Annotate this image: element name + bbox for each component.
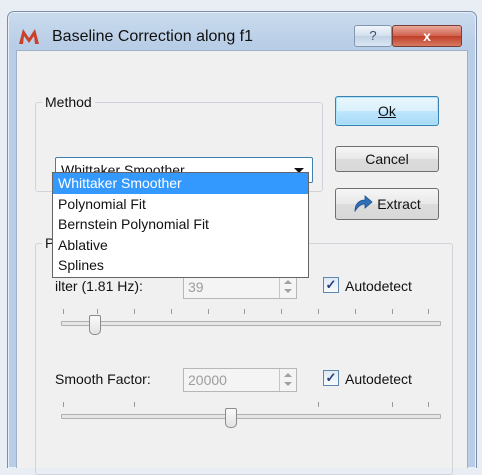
slider-tick (318, 402, 319, 407)
filter-spinbox[interactable]: 39 (183, 275, 297, 299)
slider-tick (134, 402, 135, 407)
extract-label: Extract (377, 196, 421, 212)
slider-tick (318, 309, 319, 314)
ok-button[interactable]: Ok (335, 96, 439, 126)
method-dropdown-list: Whittaker Smoother Polynomial Fit Bernst… (52, 172, 309, 278)
filter-label: ilter (1.81 Hz): (55, 278, 143, 294)
smooth-spin-buttons[interactable] (279, 369, 296, 391)
slider-tick (208, 309, 209, 314)
app-logo-icon (19, 29, 39, 44)
filter-autodetect-label[interactable]: Autodetect (345, 278, 412, 294)
slider-tick (392, 402, 393, 407)
slider-tick (63, 402, 64, 407)
cancel-button[interactable]: Cancel (335, 146, 439, 172)
smooth-factor-value: 20000 (188, 372, 227, 388)
slider-tick (244, 309, 245, 314)
smooth-autodetect-label[interactable]: Autodetect (345, 371, 412, 387)
slider-tick (281, 309, 282, 314)
slider-thumb[interactable] (89, 315, 101, 335)
method-group-label: Method (42, 94, 95, 110)
ok-label: Ok (378, 103, 396, 119)
slider-track[interactable] (61, 321, 441, 326)
window-title: Baseline Correction along f1 (52, 28, 254, 45)
spin-down-icon[interactable] (284, 382, 292, 386)
slider-thumb[interactable] (225, 408, 237, 428)
filter-autodetect-checkbox[interactable]: ✓ (323, 277, 339, 293)
dropdown-option[interactable]: Whittaker Smoother (53, 173, 308, 194)
slider-track[interactable] (61, 414, 441, 419)
slider-tick (392, 309, 393, 314)
filter-spin-buttons[interactable] (279, 276, 296, 298)
spin-down-icon[interactable] (284, 289, 292, 293)
filter-value: 39 (188, 279, 204, 295)
spin-up-icon[interactable] (284, 373, 292, 377)
slider-tick (428, 402, 429, 407)
dropdown-option[interactable]: Polynomial Fit (53, 194, 308, 215)
title-bar[interactable]: Baseline Correction along f1 ? x (8, 12, 476, 50)
slider-tick (171, 309, 172, 314)
dropdown-option[interactable]: Ablative (53, 235, 308, 256)
dropdown-option[interactable]: Splines (53, 255, 308, 276)
cancel-label: Cancel (365, 151, 409, 167)
slider-tick (97, 309, 98, 314)
slider-tick (134, 309, 135, 314)
slider-tick (355, 309, 356, 314)
slider-tick (428, 309, 429, 314)
smooth-autodetect-checkbox[interactable]: ✓ (323, 370, 339, 386)
help-button[interactable]: ? (354, 25, 392, 47)
curved-arrow-icon (354, 195, 373, 213)
extract-button[interactable]: Extract (335, 188, 439, 220)
dropdown-option[interactable]: Bernstein Polynomial Fit (53, 214, 308, 235)
slider-tick (63, 309, 64, 314)
smooth-factor-label: Smooth Factor: (55, 371, 151, 387)
spin-up-icon[interactable] (284, 280, 292, 284)
close-button[interactable]: x (392, 25, 462, 47)
smooth-factor-spinbox[interactable]: 20000 (183, 368, 297, 392)
